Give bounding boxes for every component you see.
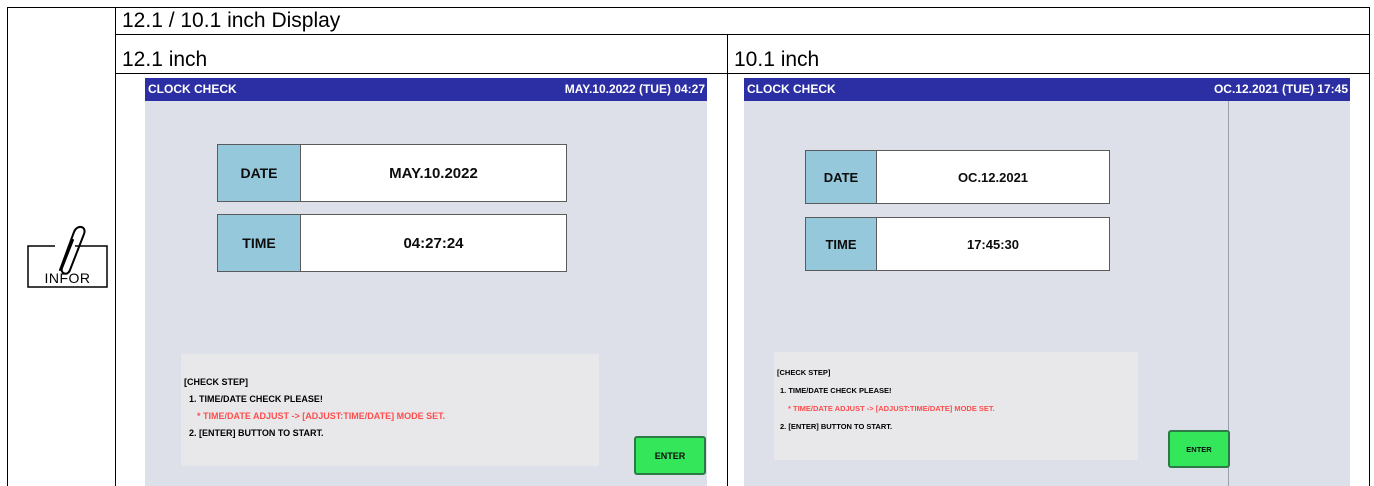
infor-icon: INFOR	[27, 222, 108, 288]
screen-side-divider	[1228, 101, 1229, 486]
enter-button[interactable]: ENTER	[634, 436, 706, 475]
screen-title: CLOCK CHECK	[747, 82, 836, 96]
table-row-divider-1	[115, 34, 1370, 35]
table-col-divider	[115, 7, 116, 486]
time-field: TIME 04:27:24	[217, 214, 567, 272]
table-row-divider-2	[115, 73, 1370, 74]
screen-12-inch: CLOCK CHECK MAY.10.2022 (TUE) 04:27 DATE…	[145, 78, 707, 486]
date-value: MAY.10.2022	[389, 164, 478, 182]
time-label: TIME	[806, 218, 877, 270]
screen-datetime: OC.12.2021 (TUE) 17:45	[1213, 82, 1348, 96]
display-header: 12.1 / 10.1 inch Display	[122, 9, 341, 32]
check-step-note: * TIME/DATE ADJUST -> [ADJUST:TIME/DATE]…	[197, 411, 446, 421]
date-label: DATE	[806, 151, 877, 203]
check-step-note: * TIME/DATE ADJUST -> [ADJUST:TIME/DATE]…	[788, 404, 995, 413]
check-step-2: 2. [ENTER] BUTTON TO START.	[780, 422, 893, 431]
screen-12-titlebar: CLOCK CHECK MAY.10.2022 (TUE) 04:27	[145, 78, 707, 101]
date-field: DATE MAY.10.2022	[217, 144, 567, 202]
time-value: 17:45:30	[966, 236, 1020, 252]
screen-title: CLOCK CHECK	[148, 82, 237, 96]
check-step-2: 2. [ENTER] BUTTON TO START.	[189, 428, 324, 438]
time-label: TIME	[218, 215, 301, 271]
check-step-panel: [CHECK STEP] 1. TIME/DATE CHECK PLEASE! …	[774, 352, 1138, 460]
date-value: OC.12.2021	[957, 169, 1029, 185]
date-label: DATE	[218, 145, 301, 201]
check-step-panel: [CHECK STEP] 1. TIME/DATE CHECK PLEASE! …	[181, 354, 599, 466]
table-mid-divider	[727, 34, 728, 486]
check-step-1: 1. TIME/DATE CHECK PLEASE!	[780, 386, 892, 395]
column-12-inch-label: 12.1 inch	[122, 48, 208, 71]
column-10-inch-label: 10.1 inch	[734, 48, 820, 71]
date-field: DATE OC.12.2021	[805, 150, 1110, 204]
check-step-title: [CHECK STEP]	[184, 377, 249, 387]
table-border-right	[1369, 7, 1370, 486]
screen-10-inch: CLOCK CHECK OC.12.2021 (TUE) 17:45 DATE …	[744, 78, 1350, 486]
screen-10-titlebar: CLOCK CHECK OC.12.2021 (TUE) 17:45	[744, 78, 1350, 101]
time-value: 04:27:24	[403, 234, 464, 252]
enter-button[interactable]: ENTER	[1168, 430, 1230, 468]
table-border-left	[7, 7, 8, 486]
check-step-title: [CHECK STEP]	[777, 368, 831, 377]
check-step-1: 1. TIME/DATE CHECK PLEASE!	[189, 394, 323, 404]
screen-datetime: MAY.10.2022 (TUE) 04:27	[564, 82, 705, 96]
time-field: TIME 17:45:30	[805, 217, 1110, 271]
infor-label: INFOR	[44, 270, 91, 286]
